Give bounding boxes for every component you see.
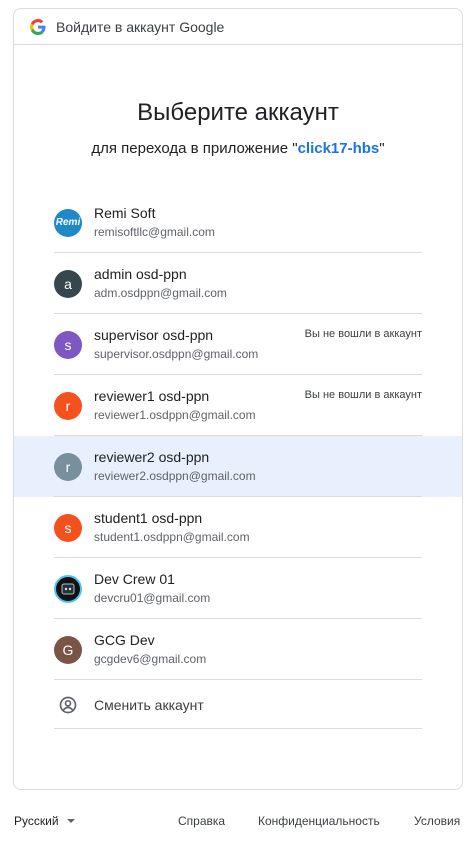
avatar: G	[54, 635, 82, 664]
card-header: Войдите в аккаунт Google	[14, 9, 462, 45]
footer: Русский Справка Конфиденциальность Услов…	[0, 812, 471, 832]
account-name: Remi Soft	[94, 205, 156, 221]
account-email: adm.osdppn@gmail.com	[94, 286, 227, 300]
crew-badge-icon	[61, 583, 75, 594]
privacy-link[interactable]: Конфиденциальность	[258, 814, 380, 828]
language-selector[interactable]: Русский	[14, 814, 75, 828]
app-name-link[interactable]: click17-hbs	[298, 140, 380, 157]
account-item-supervisor[interactable]: s supervisor osd-ppn supervisor.osdppn@g…	[14, 314, 462, 375]
account-email: devcru01@gmail.com	[94, 591, 211, 605]
account-item-reviewer2[interactable]: r reviewer2 osd-ppn reviewer2.osdppn@gma…	[14, 436, 462, 497]
avatar: r	[54, 391, 82, 420]
signed-out-status: Вы не вошли в аккаунт	[304, 328, 422, 340]
subtitle-prefix: для перехода в приложение "	[91, 140, 298, 157]
divider	[54, 728, 422, 729]
terms-link[interactable]: Условия	[414, 814, 460, 828]
account-email: remisoftllc@gmail.com	[94, 225, 215, 239]
avatar: s	[54, 330, 82, 359]
account-name: Dev Crew 01	[94, 571, 175, 587]
chevron-down-icon	[66, 819, 75, 823]
avatar: r	[54, 452, 82, 481]
account-name: reviewer1 osd-ppn	[94, 388, 210, 404]
account-name: admin osd-ppn	[94, 266, 187, 282]
switch-account-label: Сменить аккаунт	[94, 696, 204, 713]
subtitle-suffix: "	[379, 140, 385, 157]
account-item-student1[interactable]: s student1 osd-ppn student1.osdppn@gmail…	[14, 497, 462, 558]
account-item-gcg-dev[interactable]: G GCG Dev gcgdev6@gmail.com	[14, 619, 462, 680]
google-logo-icon	[30, 18, 46, 35]
account-email: student1.osdppn@gmail.com	[94, 530, 250, 544]
signed-out-status: Вы не вошли в аккаунт	[304, 389, 422, 401]
avatar: s	[54, 513, 82, 542]
language-label: Русский	[14, 814, 59, 828]
avatar: a	[54, 269, 82, 298]
account-name: GCG Dev	[94, 632, 155, 648]
account-item-dev-crew[interactable]: Dev Crew 01 devcru01@gmail.com	[14, 558, 462, 619]
account-email: reviewer1.osdppn@gmail.com	[94, 408, 256, 422]
avatar	[54, 574, 82, 603]
account-item-remi-soft[interactable]: Remi Remi Soft remisoftllc@gmail.com	[14, 192, 462, 253]
account-name: supervisor osd-ppn	[94, 327, 214, 343]
account-email: reviewer2.osdppn@gmail.com	[94, 469, 256, 483]
account-email: gcgdev6@gmail.com	[94, 652, 207, 666]
switch-account-button[interactable]: Сменить аккаунт	[14, 680, 462, 729]
account-name: reviewer2 osd-ppn	[94, 449, 210, 465]
account-circle-icon	[54, 691, 82, 719]
page-title: Выберите аккаунт	[137, 99, 339, 126]
page-subtitle: для перехода в приложение "click17-hbs"	[14, 140, 462, 157]
avatar: Remi	[54, 208, 82, 237]
account-item-reviewer1[interactable]: r reviewer1 osd-ppn reviewer1.osdppn@gma…	[14, 375, 462, 436]
account-email: supervisor.osdppn@gmail.com	[94, 347, 259, 361]
account-item-admin[interactable]: a admin osd-ppn adm.osdppn@gmail.com	[14, 253, 462, 314]
account-name: student1 osd-ppn	[94, 510, 203, 526]
sign-in-card: Войдите в аккаунт Google Выберите аккаун…	[13, 8, 463, 790]
header-title: Войдите в аккаунт Google	[56, 18, 225, 35]
account-list: Remi Remi Soft remisoftllc@gmail.com a a…	[14, 192, 462, 680]
help-link[interactable]: Справка	[178, 814, 225, 828]
